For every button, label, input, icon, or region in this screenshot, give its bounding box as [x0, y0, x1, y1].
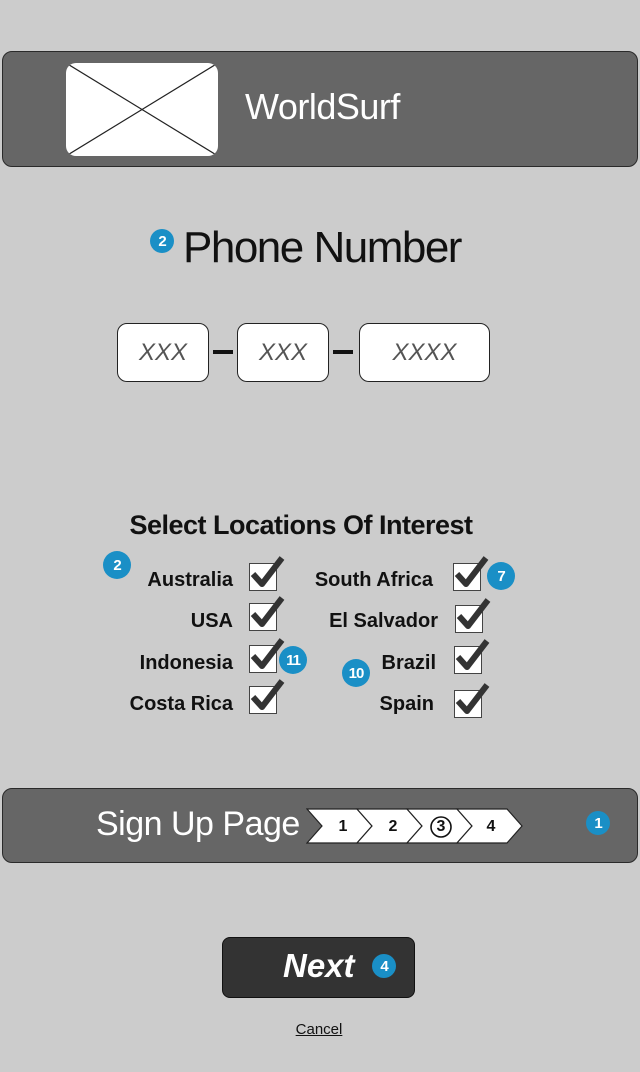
phone-line-number-input[interactable]: XXXX [359, 323, 490, 382]
location-label-usa: USA [190, 610, 233, 632]
phone-prefix-input[interactable]: XXX [237, 323, 329, 382]
checkmark-icon [454, 556, 489, 587]
dash-separator [333, 350, 353, 354]
cancel-link[interactable]: Cancel [0, 1021, 638, 1038]
progress-label: Sign Up Page [96, 805, 300, 843]
checkmark-icon [455, 683, 490, 714]
step-3-current[interactable]: 3 [426, 818, 456, 836]
annotation-badge: 4 [372, 954, 396, 978]
spain-checkbox[interactable] [454, 683, 490, 718]
image-placeholder-icon [66, 63, 218, 156]
app-title: WorldSurf [245, 86, 400, 127]
checkmark-icon [456, 598, 491, 629]
location-label-brazil: Brazil [381, 652, 436, 674]
step-indicator: 1 2 3 4 [305, 808, 528, 849]
signup-progress-bar: Sign Up Page 1 2 3 4 1 [2, 788, 638, 863]
step-4[interactable]: 4 [476, 818, 506, 836]
annotation-badge: 1 [586, 811, 610, 835]
phone-number-heading: Phone Number [183, 223, 462, 272]
brazil-checkbox[interactable] [454, 639, 490, 674]
next-button-label: Next [283, 947, 355, 984]
annotation-badge: 2 [150, 229, 174, 253]
location-label-costa-rica: Costa Rica [129, 693, 233, 715]
app-header: WorldSurf [2, 51, 638, 167]
next-button[interactable]: Next 4 [222, 937, 415, 998]
locations-heading: Select Locations Of Interest [129, 510, 473, 540]
south-africa-checkbox[interactable] [453, 556, 489, 591]
location-label-australia: Australia [147, 569, 233, 591]
phone-area-code-input[interactable]: XXX [117, 323, 209, 382]
location-label-spain: Spain [379, 693, 434, 715]
location-label-south-africa: South Africa [314, 569, 433, 591]
checkmark-icon [455, 639, 490, 670]
location-label-el-salvador: El Salvador [329, 610, 438, 632]
step-1[interactable]: 1 [328, 818, 358, 836]
annotation-badge: 7 [487, 562, 515, 590]
el-salvador-checkbox[interactable] [455, 598, 491, 633]
dash-separator [213, 350, 233, 354]
step-2[interactable]: 2 [378, 818, 408, 836]
location-label-indonesia: Indonesia [139, 652, 233, 674]
